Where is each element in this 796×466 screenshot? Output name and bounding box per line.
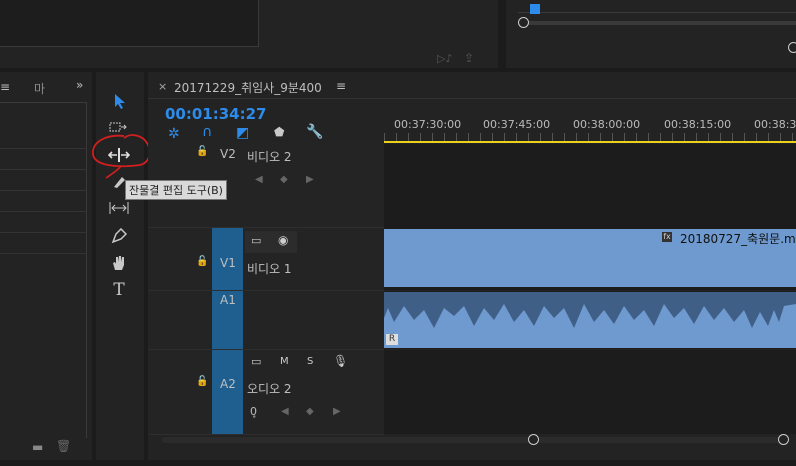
panel-menu-icon[interactable]: ≡ [0,80,10,94]
track-header-v1: 🔓 V1 ▭ ◉ 비디오 1 [148,228,384,291]
pen-tool-icon[interactable] [107,224,131,248]
tab-divider [148,98,796,99]
clip-name: 20180727_축원문.m [680,232,796,246]
list-item[interactable] [0,170,86,191]
zoom-handle[interactable] [788,42,796,53]
a2-track-lane[interactable] [384,350,796,434]
sequence-tab-title[interactable]: 20171229_취임사_9분400 [174,79,322,96]
tools-panel: T [96,72,144,460]
trash-icon[interactable]: 🗑 [56,439,71,453]
mini-playhead[interactable] [530,4,540,14]
mic-icon[interactable]: 🎙 [333,354,348,368]
audio-waveform [384,292,796,328]
ruler-ticks [384,133,796,141]
wrench-icon[interactable]: 🔧 [306,124,323,140]
mini-scrollbar[interactable] [518,21,796,25]
track-id: A1 [220,293,236,307]
ruler-label: 00:37:45:00 [483,118,551,131]
track-name: 오디오 2 [247,382,292,396]
track-header-a2: 🔓 A2 ▭ M S 🎙 오디오 2 0̥ ◀ ◆ ▶ [148,350,384,435]
prev-keyframe-icon[interactable]: ◀ [255,174,263,185]
list-item[interactable] [0,212,86,233]
list-item[interactable] [0,128,86,149]
audio-clip[interactable]: R [384,292,796,348]
timecode-display[interactable]: 00:01:34:27 [165,105,267,123]
expand-panels-icon[interactable]: » [76,78,83,92]
new-folder-icon[interactable]: ▬ [32,440,43,454]
track-target-a2[interactable] [212,350,243,434]
lock-icon[interactable]: 🔓 [196,256,208,267]
panel-divider [0,102,86,103]
timeline-panel: × 20171229_취임사_9분400 ≡ 00:01:34:27 ✲ ∩ ◩… [148,72,796,460]
project-panel: ≡ 마 » ▬ 🗑 [0,72,92,460]
sync-lock-icon[interactable]: ▭ [251,234,261,247]
type-tool-icon[interactable]: T [107,278,131,302]
solo-button[interactable]: S [307,356,313,367]
ruler-label: 00:38:3 [754,118,796,131]
volume-keyframe-icon[interactable]: 0̥ [250,405,257,418]
nest-icon[interactable]: ✲ [168,126,180,142]
v2-track-lane[interactable] [384,144,796,228]
list-item[interactable] [0,191,86,212]
track-name: 비디오 1 [247,262,292,276]
top-right-panel [506,0,796,68]
track-header-a1: A1 [148,291,384,350]
ruler-label: 00:38:00:00 [573,118,641,131]
audio-out-icon[interactable]: ▷♪ [437,52,452,65]
export-icon[interactable]: ⇪ [464,51,474,65]
track-id[interactable]: V2 [220,147,236,161]
selection-tool-icon[interactable] [108,89,132,113]
scroll-handle-left[interactable] [528,434,539,445]
list-item[interactable] [0,149,86,170]
scroll-handle-right[interactable] [778,434,789,445]
close-sequence-icon[interactable]: × [158,80,167,93]
next-keyframe-icon[interactable]: ▶ [333,406,341,417]
track-id: A2 [220,377,236,391]
video-clip[interactable]: fx 20180727_축원문.m [384,229,796,287]
work-area-bar[interactable] [384,141,796,143]
list-border [86,102,87,438]
hand-tool-icon[interactable] [107,251,131,275]
next-keyframe-icon[interactable]: ▶ [306,174,314,185]
track-id: V1 [220,256,236,270]
prev-keyframe-icon[interactable]: ◀ [281,406,289,417]
panel-tab-label[interactable]: 마 [34,80,45,97]
snap-magnet-icon[interactable]: ∩ [202,124,212,140]
ruler-label: 00:38:15:00 [664,118,732,131]
sync-lock-icon[interactable]: ▭ [251,355,261,368]
ruler-label: 00:37:30:00 [394,118,462,131]
linked-selection-icon[interactable]: ◩ [236,125,249,141]
mute-button[interactable]: M [280,356,289,367]
fx-badge-icon: fx [662,232,672,242]
track-name: 비디오 2 [247,150,292,164]
lock-icon[interactable]: 🔓 [196,376,208,387]
list-item[interactable] [0,233,86,254]
tool-tooltip: 잔물결 편집 도구(B) [125,180,227,200]
audio-badge: R [386,334,398,345]
time-ruler[interactable]: 00:37:30:00 00:37:45:00 00:38:00:00 00:3… [384,116,796,143]
sequence-menu-icon[interactable]: ≡ [336,79,346,93]
eye-icon[interactable]: ◉ [278,233,288,247]
mini-ruler [518,12,796,13]
top-left-inner-panel [0,0,259,47]
add-marker-icon[interactable]: ⬟ [274,125,284,139]
keyframe-icon[interactable]: ◆ [306,406,314,417]
top-left-panel: ▷♪ ⇪ [0,0,498,68]
timeline-scrollbar[interactable] [162,437,782,443]
lock-icon[interactable]: 🔓 [196,146,208,157]
mini-scroll-handle[interactable] [518,17,529,28]
keyframe-icon[interactable]: ◆ [280,174,288,185]
